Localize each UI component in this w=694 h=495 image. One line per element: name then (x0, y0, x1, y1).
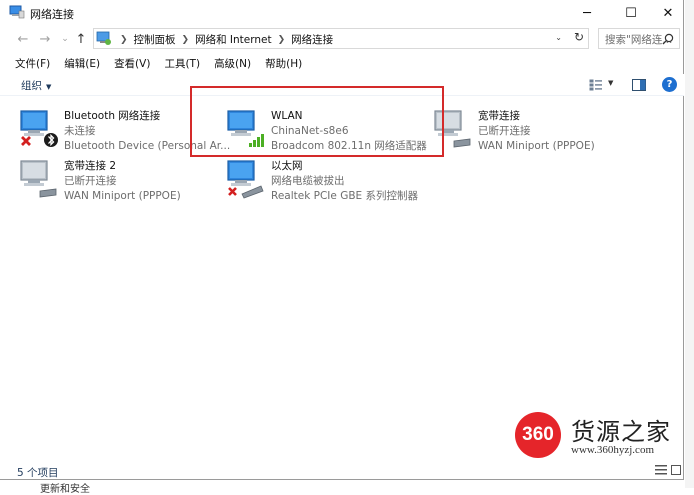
network-connections-window: 网络连接 ─ ☐ ✕ ← → ⌄ ↑ ❯ 控制面板 ❯ 网络和 Internet… (0, 0, 684, 480)
menu-view[interactable]: 查看(V) (114, 56, 150, 71)
control-panel-icon (96, 31, 111, 45)
connection-device: Realtek PCIe GBE 系列控制器 (271, 190, 418, 202)
refresh-button[interactable]: ↻ (574, 30, 584, 44)
large-icons-view-icon[interactable] (671, 465, 681, 475)
view-dropdown-icon[interactable]: ▼ (608, 79, 613, 87)
breadcrumb-network-internet[interactable]: 网络和 Internet (195, 32, 272, 47)
connection-status: 已断开连接 (478, 125, 531, 137)
connection-device: WAN Miniport (PPPOE) (478, 140, 595, 152)
close-button[interactable]: ✕ (651, 0, 685, 26)
maximize-button[interactable]: ☐ (614, 0, 648, 26)
chevron-right-icon[interactable]: ❯ (182, 35, 190, 45)
connection-status: 网络电缆被拔出 (271, 175, 345, 187)
menu-file[interactable]: 文件(F) (15, 56, 50, 71)
address-dropdown-button[interactable]: ⌄ (555, 33, 562, 42)
chevron-right-icon: ❯ (120, 34, 128, 45)
help-icon[interactable]: ? (662, 77, 677, 92)
organize-button[interactable]: 组织 ▼ (21, 78, 51, 93)
watermark-title: 货源之家 (571, 418, 671, 446)
window-title: 网络连接 (30, 8, 74, 21)
menu-advanced[interactable]: 高级(N) (214, 56, 251, 71)
connection-name: 宽带连接 2 (64, 160, 117, 172)
title-bar: 网络连接 ─ ☐ ✕ (0, 0, 684, 26)
connection-item-bluetooth[interactable]: Bluetooth 网络连接 未连接 Bluetooth Device (Per… (18, 103, 230, 153)
item-count: 5 个项目 (17, 467, 59, 479)
forward-button[interactable]: → (36, 30, 54, 48)
chevron-right-icon[interactable]: ❯ (278, 35, 286, 45)
menu-edit[interactable]: 编辑(E) (64, 56, 100, 71)
connection-item-broadband[interactable]: 宽带连接 已断开连接 WAN Miniport (PPPOE) (432, 103, 652, 153)
details-view-icon[interactable] (655, 465, 667, 475)
organize-label: 组织 (21, 80, 42, 92)
change-view-icon[interactable] (589, 79, 603, 91)
search-input[interactable]: 搜索"网络连... (598, 28, 680, 49)
breadcrumb: ❯ 控制面板 ❯ 网络和 Internet ❯ 网络连接 (114, 32, 333, 47)
status-bar: 5 个项目 (0, 460, 684, 480)
breadcrumb-control-panel[interactable]: 控制面板 (134, 32, 176, 47)
watermark-logo: 360 (515, 412, 561, 458)
connection-name: 宽带连接 (478, 110, 520, 122)
menu-help[interactable]: 帮助(H) (265, 56, 302, 71)
connection-item-broadband-2[interactable]: 宽带连接 2 已断开连接 WAN Miniport (PPPOE) (18, 153, 218, 203)
navigation-bar: ← → ⌄ ↑ ❯ 控制面板 ❯ 网络和 Internet ❯ 网络连接 ⌄ ↻… (0, 26, 684, 52)
menu-bar: 文件(F) 编辑(E) 查看(V) 工具(T) 高级(N) 帮助(H) (0, 53, 684, 73)
caret-down-icon: ▼ (46, 83, 52, 91)
menu-tools[interactable]: 工具(T) (164, 56, 200, 71)
breadcrumb-network-connections[interactable]: 网络连接 (291, 32, 333, 47)
minimize-button[interactable]: ─ (570, 0, 604, 26)
connection-status: 已断开连接 (64, 175, 117, 187)
connection-device: WAN Miniport (PPPOE) (64, 190, 181, 202)
search-icon[interactable] (662, 33, 674, 45)
wlan-highlight-box (190, 86, 444, 157)
preview-pane-icon[interactable] (632, 79, 646, 91)
watermark: 360 货源之家 www.360hyzj.com (515, 410, 694, 462)
network-folder-icon (9, 5, 25, 19)
bluetooth-network-icon (20, 110, 58, 147)
up-button[interactable]: ↑ (72, 30, 90, 48)
back-button[interactable]: ← (14, 30, 32, 48)
connection-name: 以太网 (271, 160, 303, 172)
ethernet-icon (227, 160, 264, 199)
broadband-icon (20, 160, 57, 198)
address-bar[interactable]: ❯ 控制面板 ❯ 网络和 Internet ❯ 网络连接 ⌄ ↻ (93, 28, 589, 49)
watermark-url: www.360hyzj.com (571, 444, 654, 456)
connection-item-ethernet[interactable]: 以太网 网络电缆被拔出 Realtek PCIe GBE 系列控制器 (225, 153, 435, 203)
